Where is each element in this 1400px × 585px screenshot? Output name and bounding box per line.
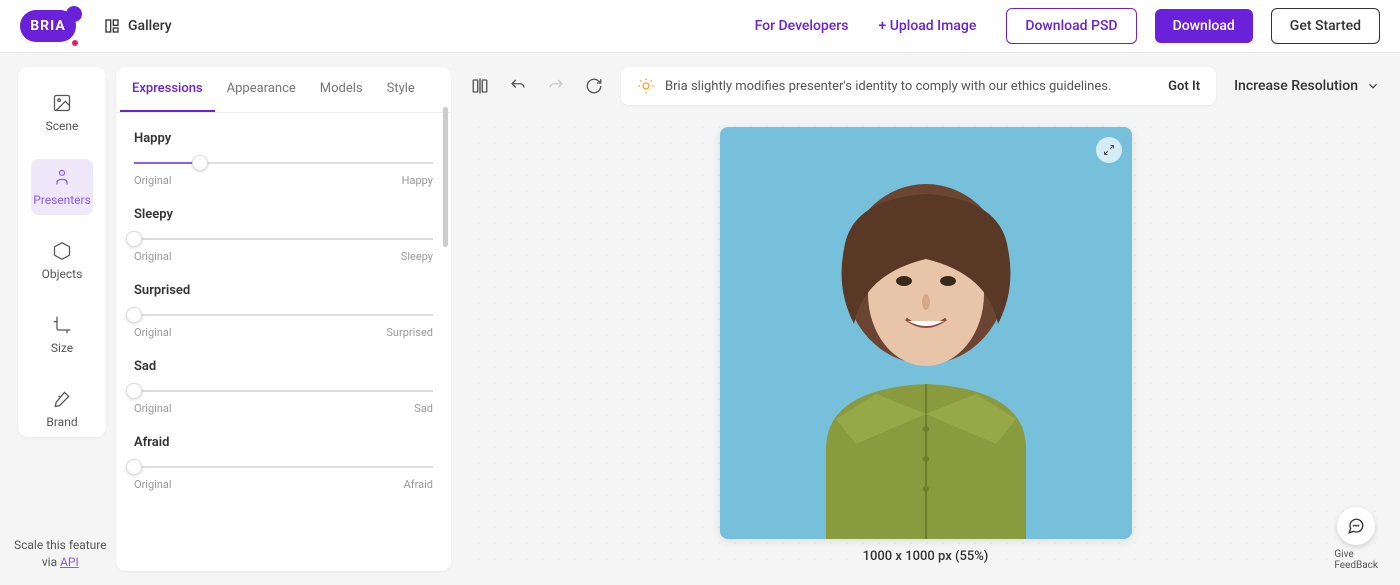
canvas-area: Bria slightly modifies presenter's ident… <box>451 53 1400 585</box>
expand-button[interactable] <box>1096 137 1122 163</box>
chat-icon <box>1347 517 1365 535</box>
slider-right-label: Sad <box>414 402 433 415</box>
for-developers-link[interactable]: For Developers <box>755 18 849 34</box>
tab-expressions[interactable]: Expressions <box>120 67 215 112</box>
brand-icon <box>52 389 72 409</box>
slider-title: Surprised <box>134 283 433 298</box>
slider-left-label: Original <box>134 326 172 339</box>
sidebar-item-label: Scene <box>46 119 79 133</box>
slider-thumb[interactable] <box>192 155 208 171</box>
slider-thumb[interactable] <box>126 307 142 323</box>
presenters-icon <box>52 167 72 187</box>
download-psd-button[interactable]: Download PSD <box>1006 8 1136 44</box>
notice-bar: Bria slightly modifies presenter's ident… <box>621 67 1216 105</box>
got-it-button[interactable]: Got It <box>1168 79 1200 94</box>
size-icon <box>52 315 72 335</box>
notice-text: Bria slightly modifies presenter's ident… <box>665 79 1111 94</box>
logo[interactable]: BRIA <box>20 10 76 42</box>
slider-left-label: Original <box>134 402 172 415</box>
sidebar-item-label: Presenters <box>33 193 91 207</box>
slider-left-label: Original <box>134 250 172 263</box>
compare-icon[interactable] <box>471 77 489 95</box>
expand-icon <box>1103 144 1115 156</box>
sidebar-item-presenters[interactable]: Presenters <box>31 159 93 215</box>
tab-appearance[interactable]: Appearance <box>215 67 308 112</box>
slider-title: Happy <box>134 131 433 146</box>
sidebar-item-size[interactable]: Size <box>31 307 93 363</box>
undo-icon[interactable] <box>509 77 527 95</box>
upload-image-link[interactable]: + Upload Image <box>878 18 976 34</box>
slider-track[interactable] <box>134 162 433 164</box>
tab-style[interactable]: Style <box>375 67 427 112</box>
sidebar-item-scene[interactable]: Scene <box>31 85 93 141</box>
sidebar-item-label: Brand <box>46 415 77 429</box>
objects-icon <box>52 241 72 261</box>
sidebar-item-label: Size <box>51 341 73 355</box>
redo-icon[interactable] <box>547 77 565 95</box>
chevron-down-icon <box>1366 79 1380 93</box>
slider-surprised: Surprised Original Surprised <box>134 283 433 339</box>
slider-right-label: Afraid <box>404 478 433 491</box>
slider-thumb[interactable] <box>126 231 142 247</box>
increase-resolution-toggle[interactable]: Increase Resolution <box>1234 78 1380 94</box>
slider-track[interactable] <box>134 466 433 468</box>
sidebar-item-brand[interactable]: Brand <box>31 381 93 437</box>
scale-feature-text: Scale this feature via API <box>14 537 107 571</box>
portrait-image <box>756 159 1096 539</box>
slider-happy: Happy Original Happy <box>134 131 433 187</box>
slider-track[interactable] <box>134 238 433 240</box>
image-caption: 1000 x 1000 px (55%) <box>720 549 1132 564</box>
slider-thumb[interactable] <box>126 459 142 475</box>
slider-left-label: Original <box>134 478 172 491</box>
slider-sleepy: Sleepy Original Sleepy <box>134 207 433 263</box>
resolution-label: Increase Resolution <box>1234 78 1358 94</box>
gallery-label: Gallery <box>128 18 172 34</box>
api-link[interactable]: API <box>60 555 79 569</box>
properties-panel: Expressions Appearance Models Style Happ… <box>116 67 451 571</box>
get-started-button[interactable]: Get Started <box>1271 8 1380 44</box>
slider-left-label: Original <box>134 174 172 187</box>
gallery-icon <box>104 18 120 34</box>
slider-thumb[interactable] <box>126 383 142 399</box>
slider-afraid: Afraid Original Afraid <box>134 435 433 491</box>
slider-title: Afraid <box>134 435 433 450</box>
gallery-link[interactable]: Gallery <box>104 18 172 34</box>
download-button[interactable]: Download <box>1155 9 1253 43</box>
sidebar-item-label: Objects <box>42 267 83 281</box>
image-frame[interactable] <box>720 127 1132 539</box>
slider-track[interactable] <box>134 314 433 316</box>
scene-icon <box>52 93 72 113</box>
slider-title: Sleepy <box>134 207 433 222</box>
logo-text: BRIA <box>30 18 66 34</box>
slider-right-label: Surprised <box>386 326 433 339</box>
tab-models[interactable]: Models <box>308 67 375 112</box>
slider-right-label: Happy <box>402 174 433 187</box>
refresh-icon[interactable] <box>585 77 603 95</box>
slider-right-label: Sleepy <box>401 250 433 263</box>
slider-title: Sad <box>134 359 433 374</box>
sidebar-tools: Scene Presenters Objects Size Brand <box>18 67 106 437</box>
sidebar-item-objects[interactable]: Objects <box>31 233 93 289</box>
slider-track[interactable] <box>134 390 433 392</box>
slider-sad: Sad Original Sad <box>134 359 433 415</box>
bulb-icon <box>637 77 655 95</box>
feedback-button[interactable]: GiveFeedBack <box>1334 507 1378 571</box>
